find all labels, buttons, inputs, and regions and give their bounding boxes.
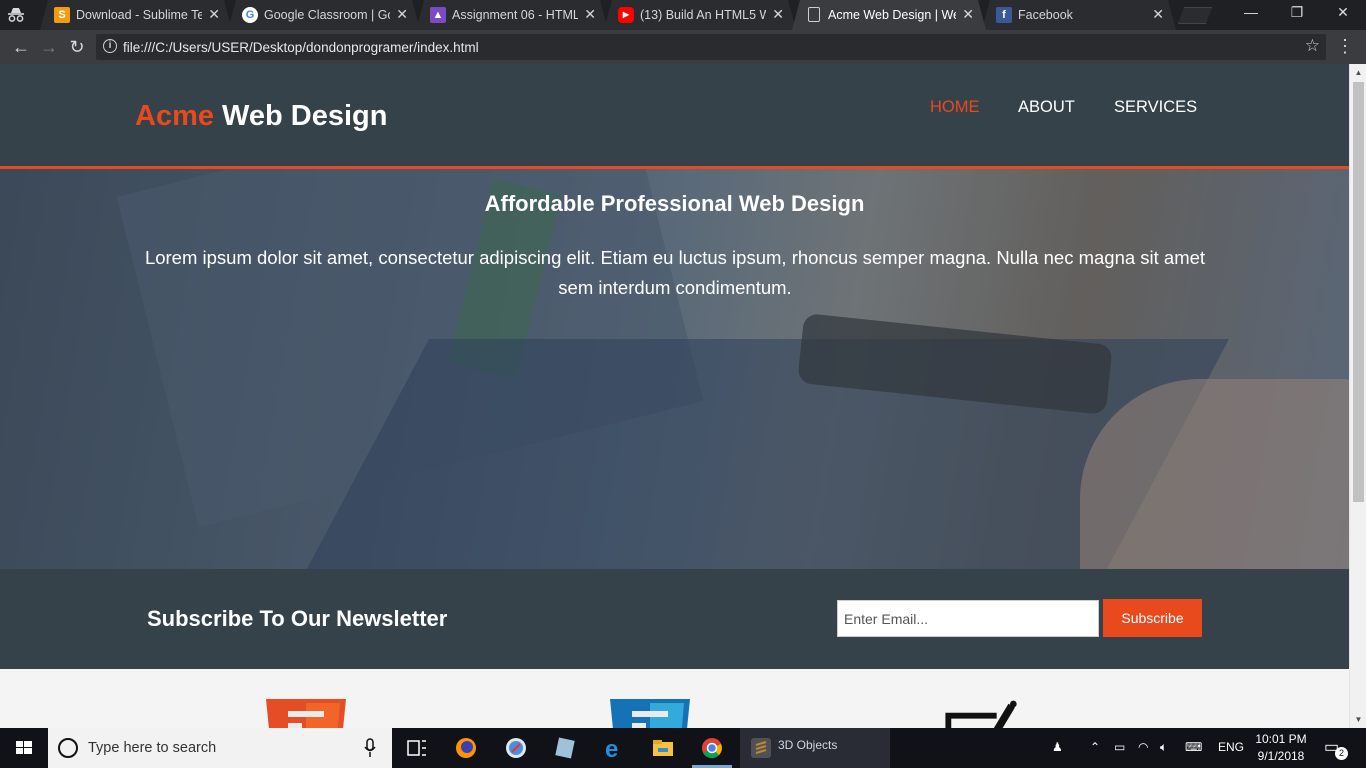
- cortana-icon: [58, 738, 78, 758]
- tab-assignment[interactable]: ▲ Assignment 06 - HTML5 ✕: [416, 0, 608, 30]
- info-icon[interactable]: i: [103, 39, 117, 53]
- close-icon[interactable]: ✕: [962, 6, 974, 23]
- nav-about[interactable]: About: [1018, 98, 1075, 117]
- showcase-section: Affordable Professional Web Design Lorem…: [0, 169, 1349, 569]
- windows-start-icon[interactable]: [0, 728, 48, 768]
- showcase-title: Affordable Professional Web Design: [484, 191, 865, 216]
- tab-sublime[interactable]: S Download - Sublime Tex ✕: [40, 0, 232, 30]
- page-viewport: Acme Web Design Home About Services Affo…: [0, 64, 1366, 728]
- clock-date: 9/1/2018: [1257, 749, 1305, 763]
- browser-menu-icon[interactable]: ⋮: [1336, 36, 1354, 57]
- safari-icon[interactable]: [503, 736, 529, 760]
- taskbar-search-box[interactable]: Type here to search: [48, 728, 392, 768]
- overlay: [0, 169, 1349, 569]
- reload-icon[interactable]: ↻: [66, 36, 88, 58]
- forward-arrow-icon[interactable]: →: [38, 36, 60, 58]
- close-icon[interactable]: ✕: [584, 6, 596, 23]
- chevron-up-icon[interactable]: ⌃: [1090, 740, 1100, 754]
- app-icon[interactable]: [552, 736, 578, 760]
- back-arrow-icon[interactable]: ←: [10, 36, 32, 58]
- subscribe-button[interactable]: Subscribe: [1103, 599, 1202, 637]
- task-view-icon[interactable]: [404, 736, 430, 760]
- microphone-icon[interactable]: [364, 738, 376, 758]
- nav-services[interactable]: Services: [1114, 98, 1197, 117]
- close-icon[interactable]: ✕: [772, 6, 784, 23]
- tab-title: Download - Sublime Tex: [76, 8, 202, 22]
- tab-youtube[interactable]: ▶ (13) Build An HTML5 We ✕: [604, 0, 796, 30]
- html5-logo-icon: [266, 699, 346, 728]
- file-explorer-icon[interactable]: [650, 736, 676, 760]
- scroll-down-icon[interactable]: ▼: [1354, 715, 1363, 724]
- windows-taskbar: Type here to search e 3D Objects ♟ ⌃ ▭ ◠…: [0, 728, 1366, 768]
- wifi-icon[interactable]: ◠: [1138, 740, 1148, 754]
- close-icon[interactable]: ✕: [1152, 6, 1164, 23]
- facebook-icon: f: [996, 7, 1012, 23]
- tab-title: Assignment 06 - HTML5: [452, 8, 578, 22]
- tab-facebook[interactable]: f Facebook ✕: [982, 0, 1176, 30]
- tab-title: (13) Build An HTML5 We: [640, 8, 766, 22]
- notification-count-badge: 2: [1335, 747, 1348, 760]
- scrollbar-thumb[interactable]: [1353, 82, 1364, 502]
- edge-icon[interactable]: e: [601, 736, 627, 760]
- close-icon[interactable]: ✕: [208, 6, 220, 23]
- newsletter-section: Subscribe To Our Newsletter Subscribe: [0, 569, 1349, 669]
- newsletter-title: Subscribe To Our Newsletter: [147, 606, 448, 631]
- classroom-icon: ▲: [430, 7, 446, 23]
- chrome-icon[interactable]: [699, 736, 725, 760]
- volume-icon[interactable]: 🔈︎: [1160, 740, 1167, 755]
- maximize-icon[interactable]: ❐: [1274, 4, 1320, 24]
- boxes-section: [0, 669, 1349, 728]
- search-placeholder: Type here to search: [88, 740, 217, 756]
- showcase-text: Lorem ipsum dolor sit amet, consectetur …: [144, 247, 1206, 298]
- language-indicator[interactable]: ENG: [1218, 740, 1244, 754]
- incognito-icon: [8, 8, 24, 22]
- youtube-icon: ▶: [618, 7, 634, 23]
- tab-title: Google Classroom | Goo: [264, 8, 390, 22]
- minimize-icon[interactable]: —: [1228, 4, 1274, 24]
- keyboard-icon[interactable]: ⌨: [1185, 740, 1202, 754]
- google-icon: G: [242, 7, 258, 23]
- firefox-icon[interactable]: [453, 736, 479, 760]
- battery-icon[interactable]: ▭: [1114, 740, 1125, 754]
- tab-acme-web-design[interactable]: Acme Web Design | Welc ✕: [792, 0, 986, 30]
- tab-title: Acme Web Design | Welc: [828, 8, 956, 22]
- url-text[interactable]: file:///C:/Users/USER/Desktop/dondonprog…: [123, 40, 479, 55]
- svg-text:e: e: [605, 736, 618, 760]
- css3-logo-icon: [610, 699, 690, 728]
- taskbar-window-label[interactable]: 3D Objects: [778, 738, 837, 752]
- nav-home[interactable]: Home: [930, 98, 980, 117]
- bookmark-star-icon[interactable]: ☆: [1305, 36, 1320, 56]
- system-clock[interactable]: 10:01 PM 9/1/2018: [1250, 731, 1312, 765]
- people-icon[interactable]: ♟: [1052, 740, 1063, 754]
- brand-highlight: Acme: [135, 100, 214, 132]
- browser-tab-strip: S Download - Sublime Tex ✕ G Google Clas…: [0, 0, 1366, 30]
- site-logo: Acme Web Design: [135, 100, 388, 133]
- site-header: Acme Web Design Home About Services: [0, 64, 1349, 169]
- browser-toolbar: ← → ↻ i file:///C:/Users/USER/Desktop/do…: [0, 30, 1366, 64]
- email-field[interactable]: [837, 600, 1099, 637]
- address-bar[interactable]: i file:///C:/Users/USER/Desktop/dondonpr…: [96, 34, 1326, 60]
- window-close-icon[interactable]: ✕: [1320, 4, 1366, 24]
- new-tab-button[interactable]: [1178, 7, 1212, 24]
- close-icon[interactable]: ✕: [396, 6, 408, 23]
- clock-time: 10:01 PM: [1255, 732, 1307, 746]
- page-scrollbar[interactable]: ▲ ▼: [1349, 64, 1366, 728]
- page-icon: [808, 7, 820, 22]
- tab-google-classroom[interactable]: G Google Classroom | Goo ✕: [228, 0, 420, 30]
- design-brush-icon: [945, 700, 1017, 728]
- tab-title: Facebook: [1018, 8, 1073, 22]
- sublime-icon: S: [54, 7, 70, 23]
- scroll-up-icon[interactable]: ▲: [1354, 68, 1363, 77]
- brand-rest: Web Design: [214, 100, 388, 132]
